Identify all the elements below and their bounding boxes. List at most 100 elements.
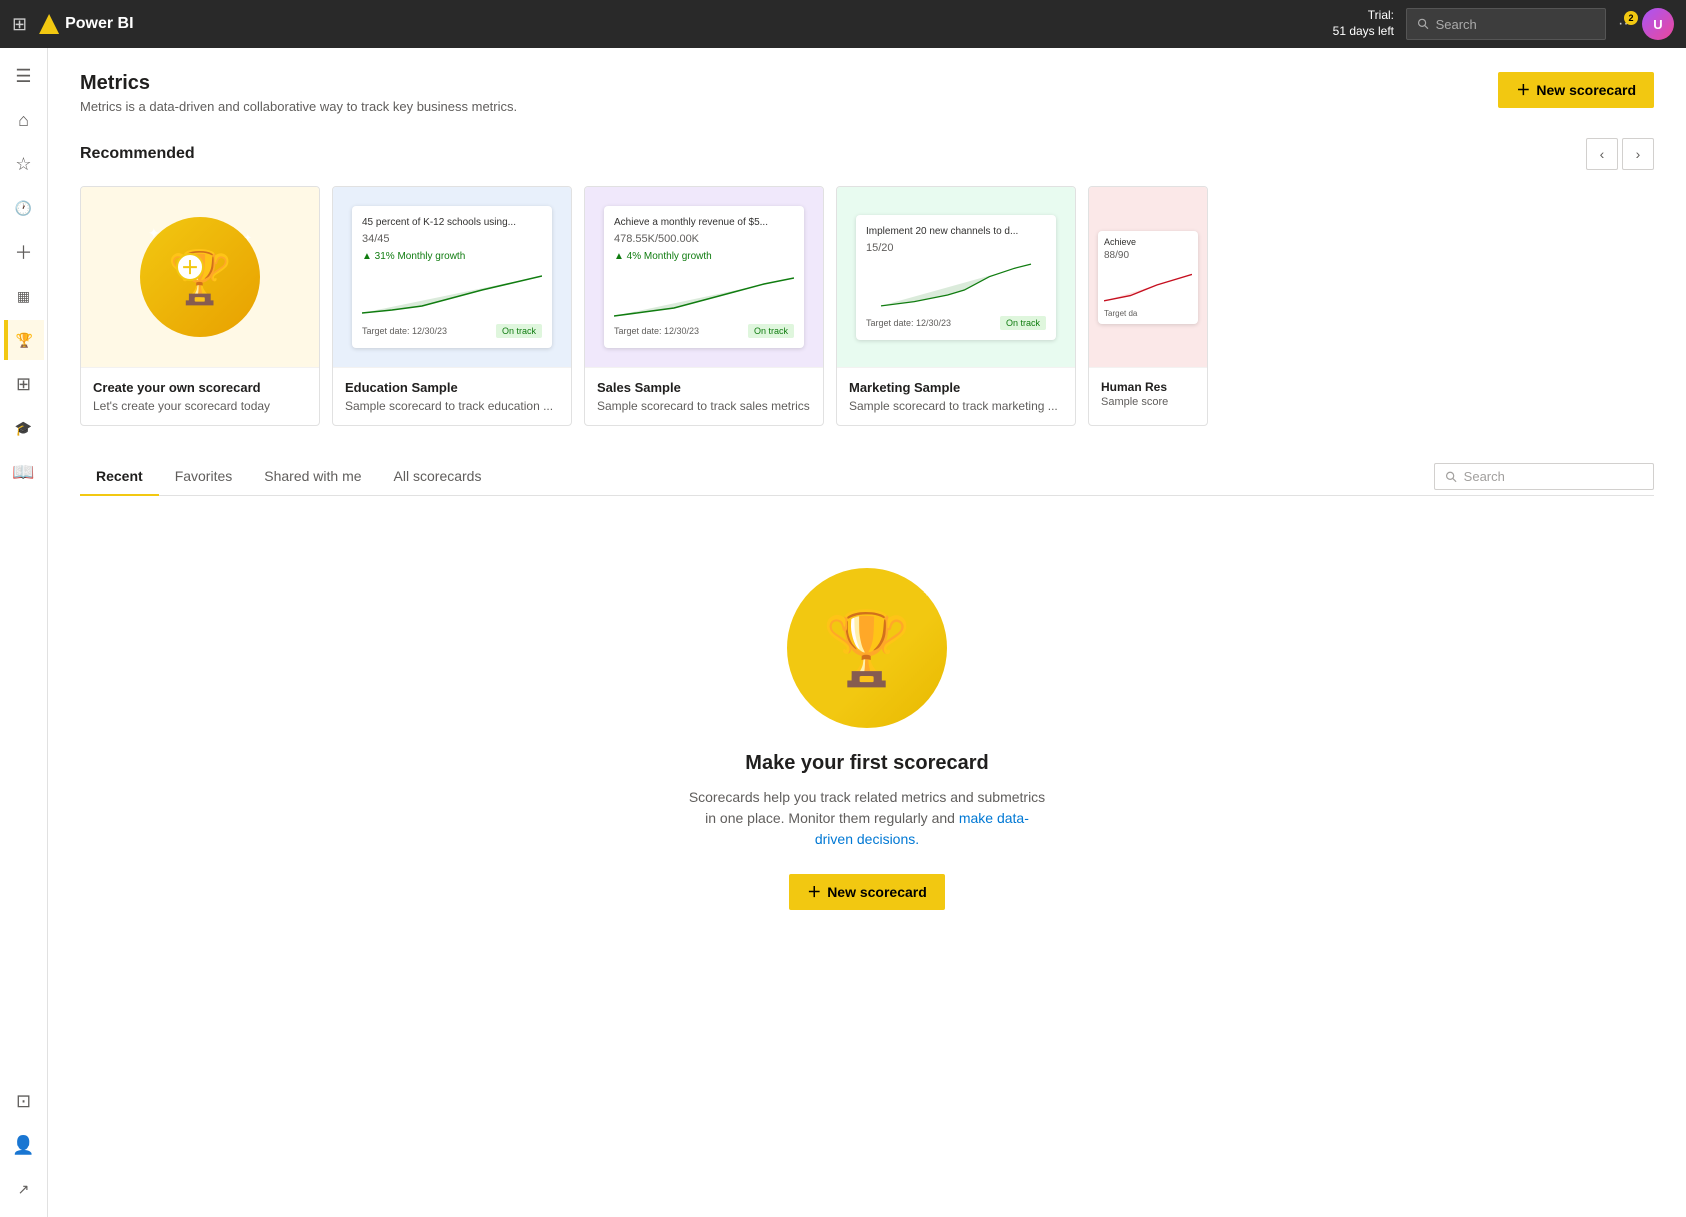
edu-card-image: 45 percent of K-12 schools using... 34/4…	[333, 187, 571, 367]
plus-icon: ＋	[1516, 80, 1530, 100]
sidebar-item-favorites[interactable]: ☆	[4, 144, 44, 184]
trial-line2: 51 days left	[1333, 24, 1394, 40]
plus-badge-icon: ＋	[176, 253, 204, 281]
notification-bell-icon[interactable]: ··· 2	[1618, 15, 1634, 33]
sidebar-item-external[interactable]: ↗	[4, 1169, 44, 1209]
carousel-nav: ‹ ›	[1586, 138, 1654, 170]
hr-card-image: Achieve 88/90 Target da	[1089, 187, 1207, 367]
sidebar-item-apps[interactable]: ▦	[4, 276, 44, 316]
carousel-next-button[interactable]: ›	[1622, 138, 1654, 170]
global-search-box[interactable]	[1406, 8, 1606, 40]
mkt-metric-value: 15/20	[866, 242, 1046, 254]
edu-growth: ▲ 31% Monthly growth	[362, 251, 542, 262]
top-navigation: ⊞ Power BI Trial: 51 days left ··· 2 U	[0, 0, 1686, 48]
sales-chart	[614, 268, 794, 318]
trial-line1: Trial:	[1333, 8, 1394, 24]
sidebar-item-profile[interactable]: 👤	[4, 1125, 44, 1165]
mkt-target-date: Target date: 12/30/23	[866, 318, 951, 328]
user-avatar[interactable]: U	[1642, 8, 1674, 40]
sidebar-item-metrics[interactable]: 🏆	[4, 320, 44, 360]
search-icon	[1417, 17, 1430, 31]
trophy-icon: 🏆	[168, 247, 233, 308]
edu-metric-title: 45 percent of K-12 schools using...	[362, 216, 542, 229]
new-scorecard-button[interactable]: ＋ New scorecard	[1498, 72, 1654, 108]
edu-chart	[362, 268, 542, 318]
sidebar-item-home[interactable]: ⌂	[4, 100, 44, 140]
app-name: Power BI	[65, 15, 133, 33]
sales-metric-title: Achieve a monthly revenue of $5...	[614, 216, 794, 229]
hr-sample-card[interactable]: Achieve 88/90 Target da Human Res Sam	[1088, 186, 1208, 426]
edu-card-title: Education Sample	[345, 380, 559, 395]
empty-state-trophy-circle: ✦ ✦ 🏆	[787, 568, 947, 728]
new-scorecard-label: New scorecard	[1536, 82, 1636, 98]
edu-card-label: Education Sample Sample scorecard to tra…	[333, 367, 571, 425]
tab-favorites[interactable]: Favorites	[159, 458, 249, 496]
topnav-icons-group: ··· 2 U	[1618, 8, 1674, 40]
edu-target-date: Target date: 12/30/23	[362, 326, 447, 336]
page-header-text: Metrics Metrics is a data-driven and col…	[80, 72, 517, 114]
sidebar-item-dashboards[interactable]: ⊞	[4, 364, 44, 404]
mkt-footer: Target date: 12/30/23 On track	[866, 316, 1046, 330]
create-card-label: Create your own scorecard Let's create y…	[81, 367, 319, 425]
recommended-cards-row: ✦ ✦ 🏆 ＋ Create your own scorecard Let's …	[80, 186, 1654, 426]
hr-chart	[1104, 265, 1192, 305]
empty-state-btn-label: New scorecard	[827, 884, 927, 900]
hr-scorecard-mini: Achieve 88/90 Target da	[1098, 231, 1198, 324]
main-content: Metrics Metrics is a data-driven and col…	[48, 48, 1686, 1217]
empty-state-plus-icon: ＋	[807, 882, 821, 902]
create-card-desc: Let's create your scorecard today	[93, 399, 307, 413]
hr-card-title: Human Res	[1101, 380, 1195, 394]
create-scorecard-card[interactable]: ✦ ✦ 🏆 ＋ Create your own scorecard Let's …	[80, 186, 320, 426]
tab-all-scorecards[interactable]: All scorecards	[378, 458, 498, 496]
create-trophy-circle: ✦ ✦ 🏆 ＋	[140, 217, 260, 337]
education-sample-card[interactable]: 45 percent of K-12 schools using... 34/4…	[332, 186, 572, 426]
mkt-card-label: Marketing Sample Sample scorecard to tra…	[837, 367, 1075, 425]
app-logo: Power BI	[39, 14, 133, 34]
marketing-sample-card[interactable]: Implement 20 new channels to d... 15/20 …	[836, 186, 1076, 426]
mkt-card-image: Implement 20 new channels to d... 15/20 …	[837, 187, 1075, 367]
sidebar-item-recent[interactable]: 🕐	[4, 188, 44, 228]
sales-scorecard-mini: Achieve a monthly revenue of $5... 478.5…	[604, 206, 804, 348]
sales-status-badge: On track	[748, 324, 794, 338]
mkt-card-desc: Sample scorecard to track marketing ...	[849, 399, 1063, 413]
recommended-section-header: Recommended ‹ ›	[80, 138, 1654, 170]
tabs-search-icon	[1445, 470, 1458, 484]
empty-state-description: Scorecards help you track related metric…	[687, 787, 1047, 850]
hr-target-date: Target da	[1104, 309, 1192, 318]
hr-card-label: Human Res Sample score	[1089, 367, 1207, 420]
edu-scorecard-mini: 45 percent of K-12 schools using... 34/4…	[352, 206, 552, 348]
carousel-prev-button[interactable]: ‹	[1586, 138, 1618, 170]
page-title: Metrics	[80, 72, 517, 95]
sales-growth: ▲ 4% Monthly growth	[614, 251, 794, 262]
sidebar-item-create[interactable]: ＋	[4, 232, 44, 272]
empty-state-new-scorecard-button[interactable]: ＋ New scorecard	[789, 874, 945, 910]
sparkle-icon-sm: ✦	[244, 233, 252, 244]
sales-card-desc: Sample scorecard to track sales metrics	[597, 399, 811, 413]
tab-shared-with-me[interactable]: Shared with me	[248, 458, 377, 496]
sidebar-item-book[interactable]: 📖	[4, 452, 44, 492]
sparkle-icon: ✦	[148, 225, 160, 242]
sidebar: ☰ ⌂ ☆ 🕐 ＋ ▦ 🏆 ⊞ 🎓 📖 ⊡ 👤 ↗	[0, 48, 48, 1217]
edu-status-badge: On track	[496, 324, 542, 338]
hr-card-desc: Sample score	[1101, 396, 1195, 408]
recommended-title: Recommended	[80, 145, 195, 163]
trial-info: Trial: 51 days left	[1333, 8, 1394, 39]
sales-sample-card[interactable]: Achieve a monthly revenue of $5... 478.5…	[584, 186, 824, 426]
hr-metric-title: Achieve	[1104, 237, 1192, 247]
make-data-driven-link[interactable]: make data-driven decisions.	[815, 810, 1029, 847]
scorecards-search-box[interactable]	[1434, 463, 1654, 490]
tab-recent[interactable]: Recent	[80, 458, 159, 496]
create-card-image: ✦ ✦ 🏆 ＋	[81, 187, 319, 367]
waffle-menu-icon[interactable]: ⊞	[12, 14, 27, 35]
sales-footer: Target date: 12/30/23 On track	[614, 324, 794, 338]
empty-state-title: Make your first scorecard	[745, 752, 988, 775]
global-search-input[interactable]	[1436, 17, 1595, 32]
edu-card-desc: Sample scorecard to track education ...	[345, 399, 559, 413]
create-card-title: Create your own scorecard	[93, 380, 307, 395]
sidebar-item-learn[interactable]: 🎓	[4, 408, 44, 448]
sales-target-date: Target date: 12/30/23	[614, 326, 699, 336]
sidebar-item-workspace[interactable]: ⊡	[4, 1081, 44, 1121]
scorecards-search-input[interactable]	[1464, 469, 1643, 484]
empty-sparkle-tl: ✦	[799, 580, 812, 600]
sidebar-item-menu[interactable]: ☰	[4, 56, 44, 96]
